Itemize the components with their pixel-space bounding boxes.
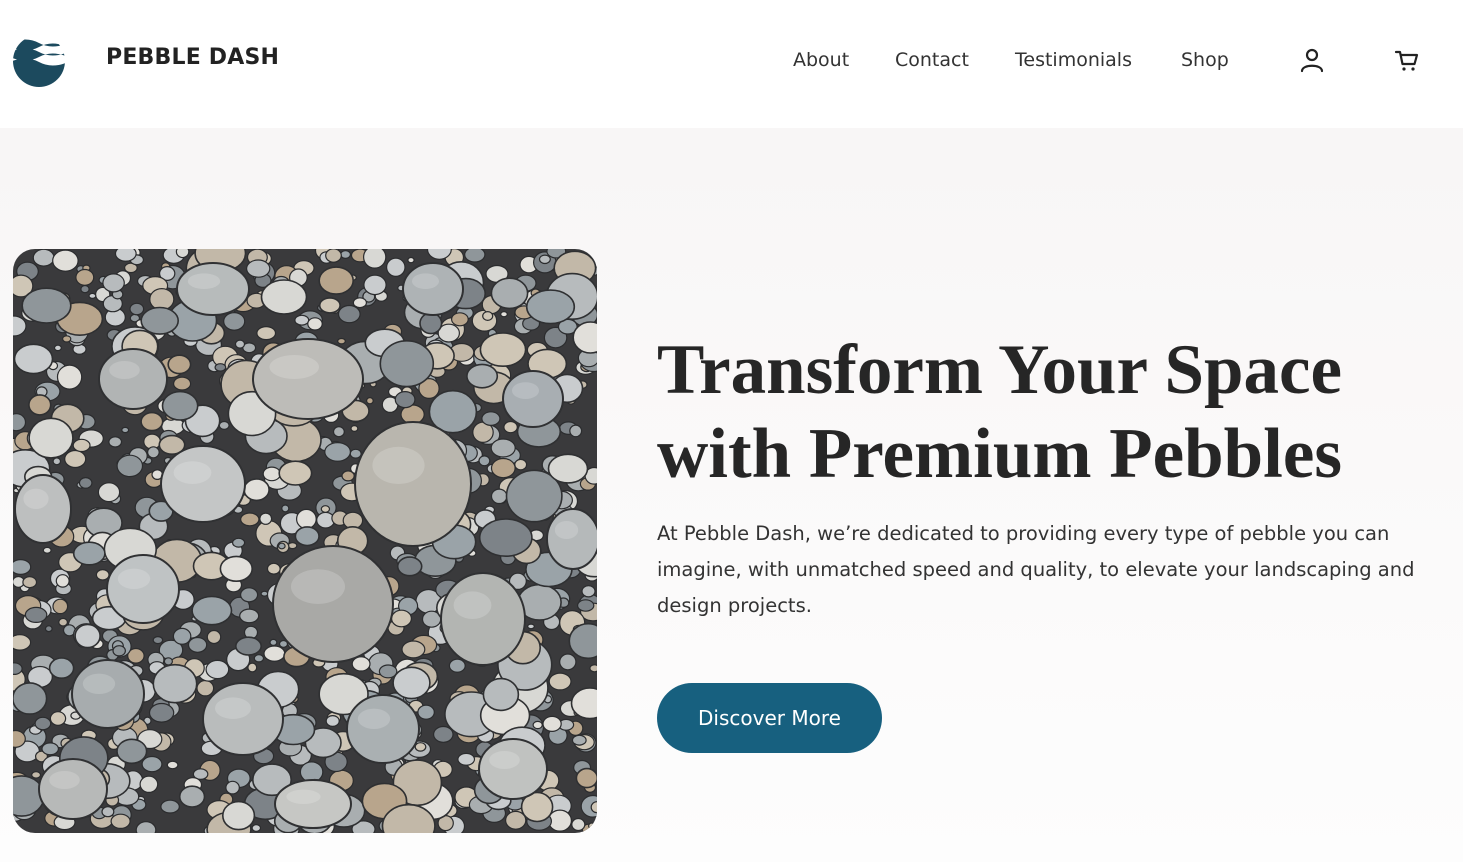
hero-headline: Transform Your Space with Premium Pebble…	[657, 328, 1437, 496]
wave-logo-icon[interactable]	[12, 34, 66, 88]
discover-more-button[interactable]: Discover More	[657, 683, 882, 753]
user-icon[interactable]	[1298, 46, 1326, 74]
pebbles-photo	[13, 249, 597, 833]
nav-contact[interactable]: Contact	[895, 49, 969, 71]
hero-description: At Pebble Dash, we’re dedicated to provi…	[657, 522, 1415, 617]
nav-shop[interactable]: Shop	[1181, 49, 1229, 71]
site-header: PEBBLE DASH About Contact Testimonials S…	[0, 0, 1463, 128]
hero-headline-line2: with Premium Pebbles	[657, 415, 1342, 493]
brand-name[interactable]: PEBBLE DASH	[106, 45, 279, 70]
cart-icon[interactable]	[1393, 46, 1421, 74]
nav-testimonials[interactable]: Testimonials	[1015, 49, 1132, 71]
hero-headline-line1: Transform Your Space	[657, 331, 1343, 409]
nav-about[interactable]: About	[793, 49, 849, 71]
